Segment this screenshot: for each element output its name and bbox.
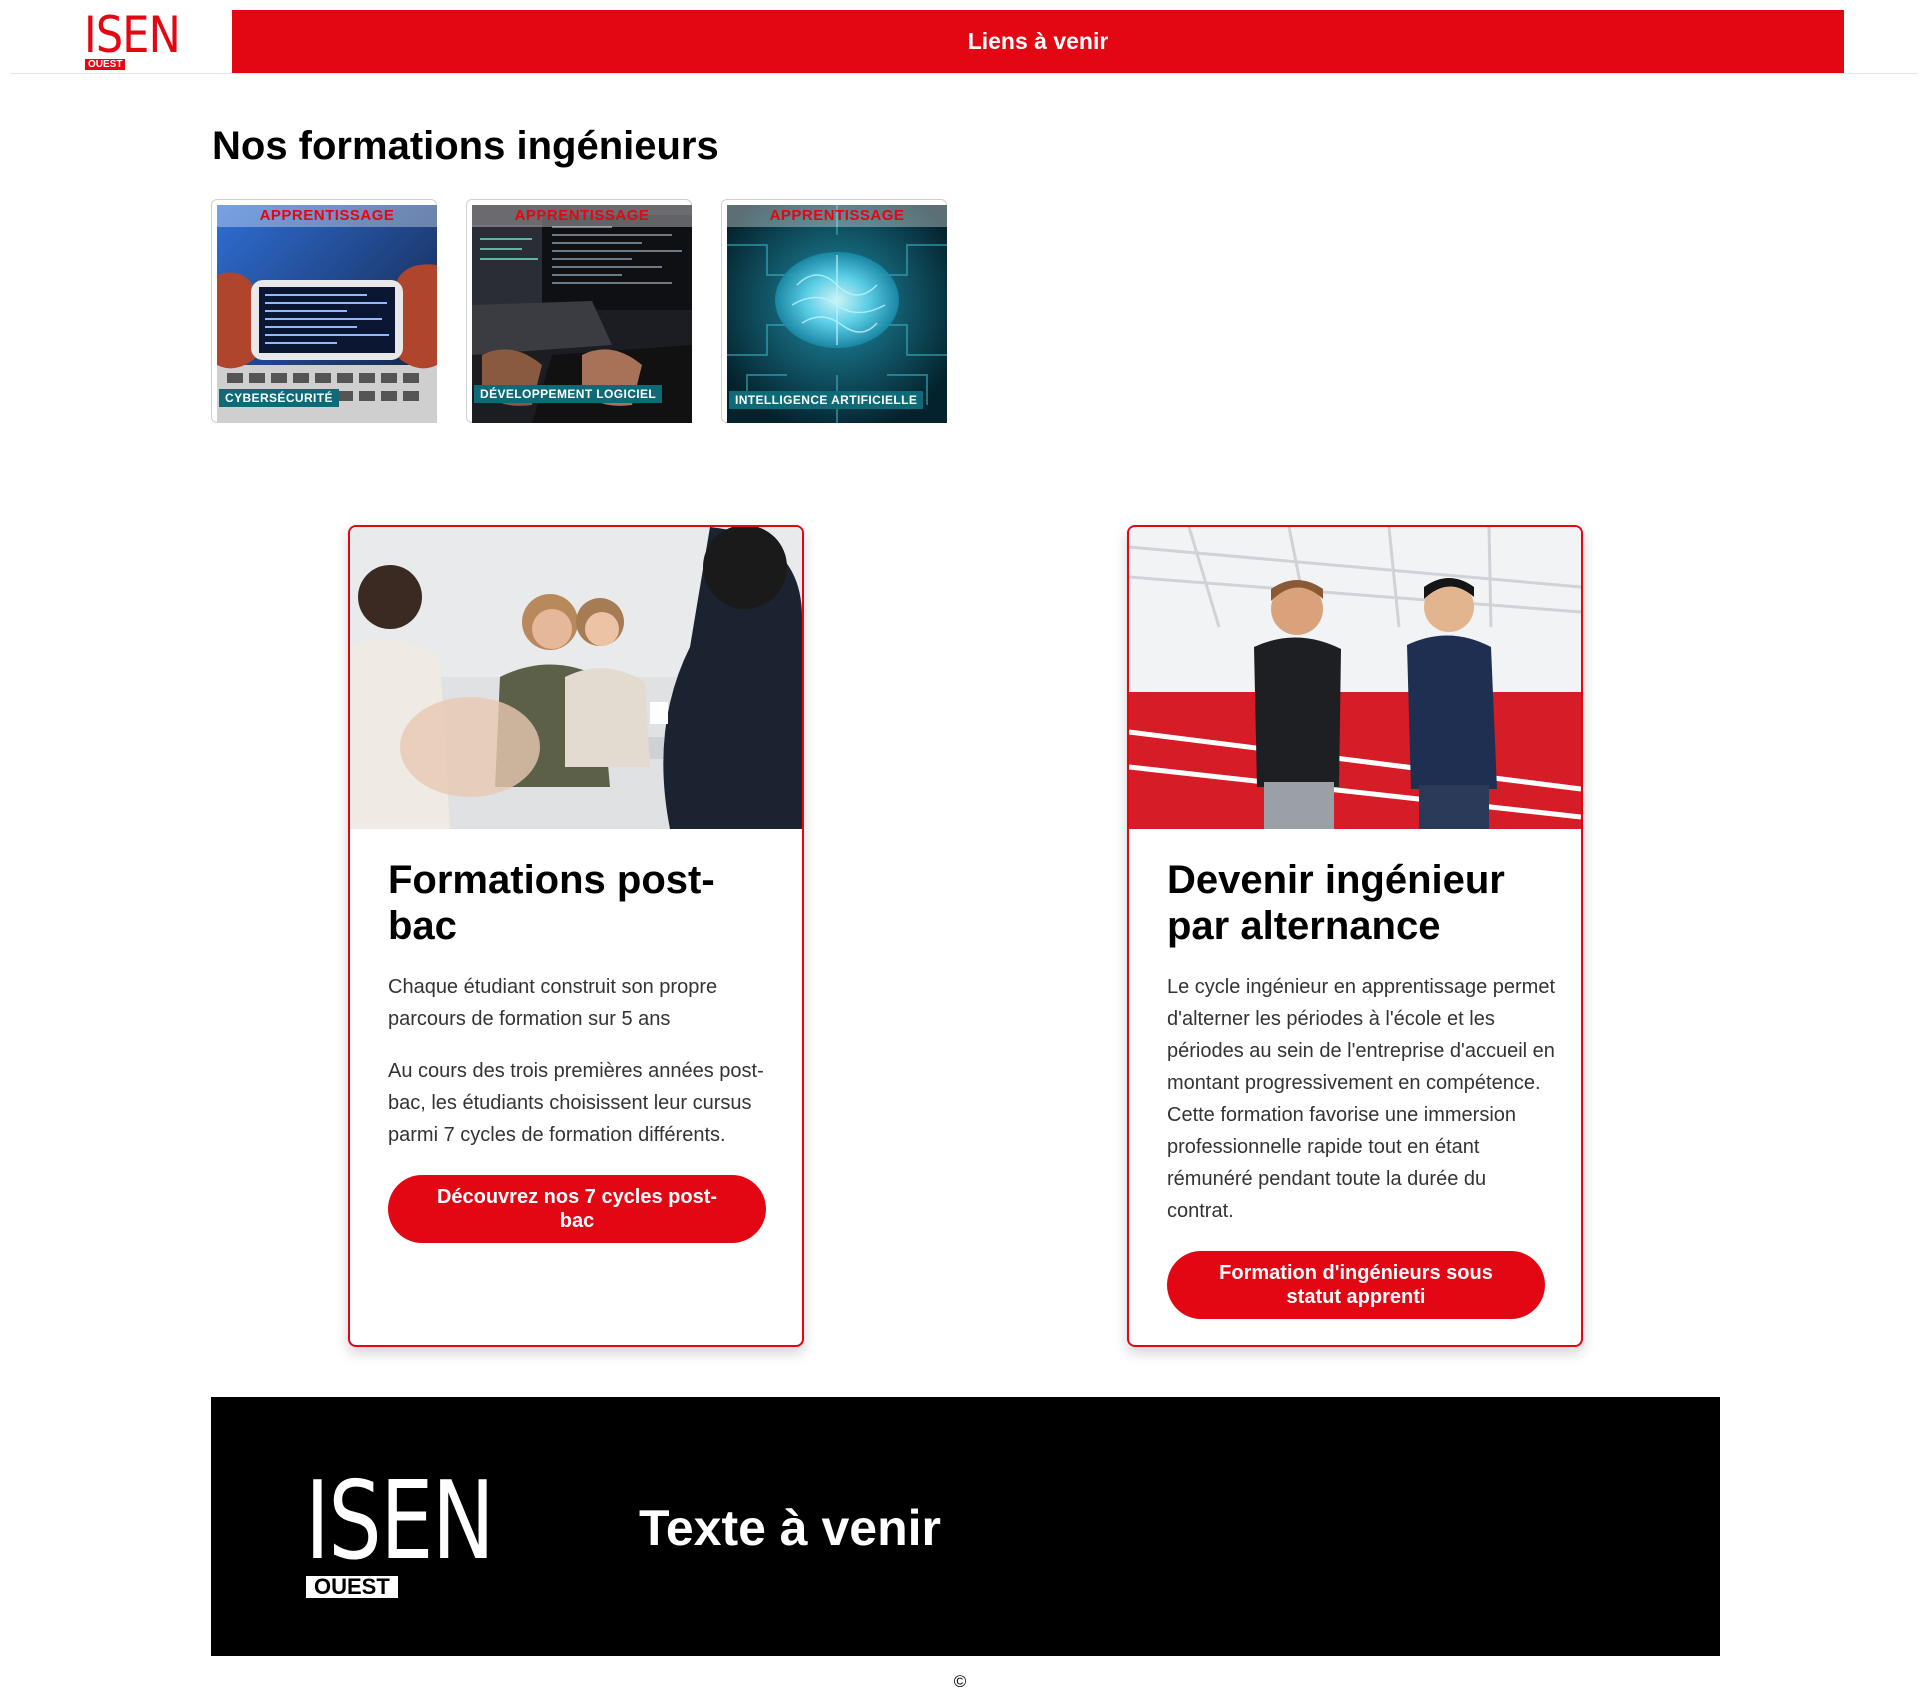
apprenti-formation-button[interactable]: Formation d'ingénieurs sous statut appre… bbox=[1167, 1251, 1545, 1319]
card-alternance: Devenir ingénieur par alternance Le cycl… bbox=[1127, 525, 1583, 1347]
card-paragraph: Au cours des trois premières années post… bbox=[388, 1060, 764, 1146]
tile-image-cybersecurite: APPRENTISSAGE CYBERSÉCURITÉ bbox=[217, 205, 437, 423]
students-classroom-photo bbox=[350, 527, 802, 829]
section-title: Nos formations ingénieurs bbox=[212, 124, 719, 168]
footer-placeholder-text: Texte à venir bbox=[639, 1500, 942, 1556]
tile-label: CYBERSÉCURITÉ bbox=[219, 389, 339, 407]
tile-cybersecurite[interactable]: APPRENTISSAGE CYBERSÉCURITÉ bbox=[211, 199, 437, 423]
card-title: Formations post-bac bbox=[388, 858, 715, 948]
tile-image-ia: APPRENTISSAGE INTELLIGENCE ARTIFICIELLE bbox=[727, 205, 947, 423]
card-title: Devenir ingénieur par alternance bbox=[1167, 858, 1505, 948]
copyright-notice: © bbox=[953, 1672, 967, 1691]
tile-badge: APPRENTISSAGE bbox=[727, 205, 947, 227]
logo-tag: OUEST bbox=[85, 59, 126, 70]
tile-badge: APPRENTISSAGE bbox=[217, 205, 437, 227]
card-body: Devenir ingénieur par alternance Le cycl… bbox=[1167, 857, 1557, 1319]
two-men-photo bbox=[1129, 527, 1581, 829]
card-paragraph: Le cycle ingénieur en apprentissage perm… bbox=[1167, 976, 1556, 1222]
logo-wordmark: ISEN bbox=[84, 6, 181, 64]
nav-placeholder-text: Liens à venir bbox=[967, 28, 1109, 54]
footer-isen-ouest-logo[interactable]: ISEN OUEST bbox=[305, 1468, 525, 1612]
alternance-photo-illustration bbox=[1129, 527, 1581, 829]
footer-logo-tag: OUEST bbox=[306, 1576, 398, 1598]
tile-label: INTELLIGENCE ARTIFICIELLE bbox=[729, 391, 924, 409]
footer-logo-wordmark: ISEN bbox=[305, 1459, 495, 1584]
discover-cycles-button[interactable]: Découvrez nos 7 cycles post-bac bbox=[388, 1175, 766, 1243]
tile-image-developpement: APPRENTISSAGE DÉVELOPPEMENT LOGICIEL bbox=[472, 205, 692, 423]
tile-label: DÉVELOPPEMENT LOGICIEL bbox=[474, 385, 663, 403]
isen-ouest-logo[interactable]: ISEN OUEST bbox=[84, 6, 194, 72]
site-footer: ISEN OUEST Texte à venir bbox=[211, 1397, 1720, 1656]
tile-developpement-logiciel[interactable]: APPRENTISSAGE DÉVELOPPEMENT LOGICIEL bbox=[466, 199, 692, 423]
card-formations-post-bac: Formations post-bac Chaque étudiant cons… bbox=[348, 525, 804, 1347]
card-body: Formations post-bac Chaque étudiant cons… bbox=[388, 857, 778, 1243]
tile-badge: APPRENTISSAGE bbox=[472, 205, 692, 227]
card-paragraph: Chaque étudiant construit son propre par… bbox=[388, 976, 718, 1030]
site-header: ISEN OUEST Liens à venir bbox=[10, 0, 1918, 74]
classroom-photo-illustration bbox=[350, 527, 802, 829]
nav-links-bar[interactable]: Liens à venir bbox=[232, 10, 1844, 73]
tile-intelligence-artificielle[interactable]: APPRENTISSAGE INTELLIGENCE ARTIFICIELLE bbox=[721, 199, 947, 423]
